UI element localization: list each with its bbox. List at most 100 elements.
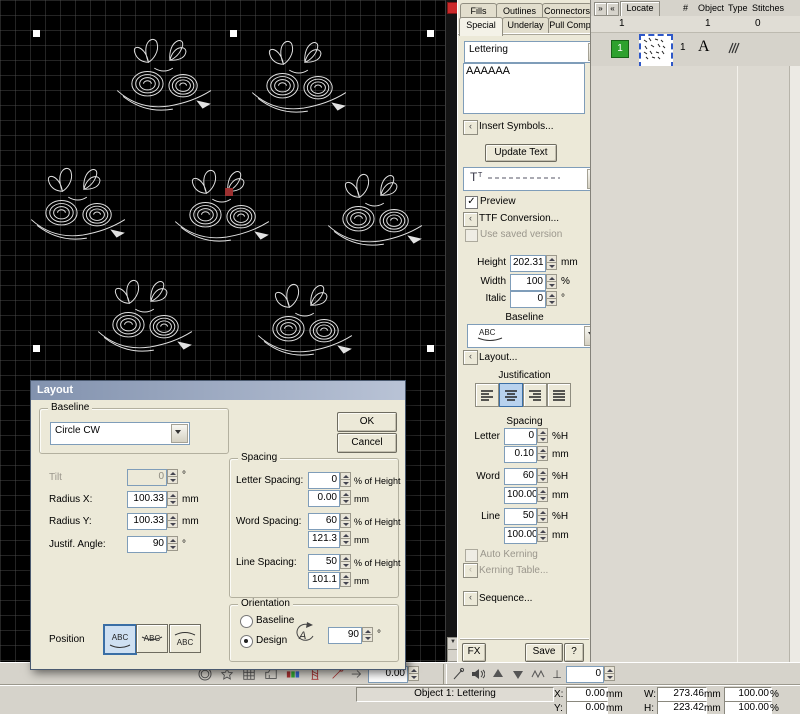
sort-descending-icon[interactable] <box>510 666 526 682</box>
selection-handle[interactable] <box>33 345 40 352</box>
word-spacing-mm-input[interactable]: 121.3 <box>308 531 340 548</box>
embroidery-motif[interactable] <box>323 168 431 248</box>
sequence-expand-button[interactable]: ‹ <box>463 591 478 606</box>
line-spacing-pct-spinner[interactable] <box>340 554 351 569</box>
sort-ascending-icon[interactable] <box>490 666 506 682</box>
selection-handle[interactable] <box>427 30 434 37</box>
orientation-baseline-label[interactable]: Baseline <box>256 615 294 627</box>
radius-x-spinner[interactable] <box>167 491 178 506</box>
sequence-label[interactable]: Sequence... <box>479 593 532 605</box>
object-list-area[interactable] <box>591 66 789 662</box>
cancel-button[interactable]: Cancel <box>337 433 397 453</box>
column-header-number[interactable]: # <box>683 2 688 14</box>
letter-pct-spinner[interactable] <box>537 428 548 443</box>
zigzag-icon[interactable] <box>530 666 546 682</box>
letter-spacing-mm-spinner[interactable] <box>340 490 351 505</box>
object-row[interactable]: 1 1 A <box>591 32 800 66</box>
insert-symbols-label[interactable]: Insert Symbols... <box>479 121 553 133</box>
lettering-object-icon[interactable]: A <box>698 38 710 56</box>
offset-spinner[interactable] <box>604 666 615 681</box>
dropdown-arrow-icon[interactable] <box>171 424 188 443</box>
object-type-select[interactable]: Lettering <box>464 41 607 63</box>
line-pct-input[interactable]: 50 <box>504 508 537 525</box>
font-select[interactable]: T T <box>463 167 606 191</box>
ttf-conversion-label[interactable]: TTF Conversion... <box>479 213 559 225</box>
line-spacing-mm-spinner[interactable] <box>340 572 351 587</box>
radius-y-spinner[interactable] <box>167 513 178 528</box>
object-list-scrollbar[interactable] <box>789 66 800 662</box>
justify-left-button[interactable] <box>475 383 499 407</box>
word-mm-input[interactable]: 100.00 <box>504 487 537 504</box>
position-below-button[interactable]: ABC <box>169 624 201 653</box>
selection-handle[interactable] <box>33 30 40 37</box>
ttf-expand-button[interactable]: ‹ <box>463 212 478 227</box>
scale-x-field[interactable]: 100.00 <box>724 687 772 702</box>
justif-angle-spinner[interactable] <box>167 536 178 551</box>
collapse-left-icon[interactable]: « <box>606 2 619 16</box>
tab-pull-comp[interactable]: Pull Comp <box>548 17 592 34</box>
embroidery-motif[interactable] <box>93 274 201 354</box>
column-header-stitches[interactable]: Stitches <box>752 2 784 14</box>
color-badge[interactable]: 1 <box>611 40 629 58</box>
stitch-type-icon[interactable] <box>727 42 741 54</box>
orientation-baseline-radio[interactable] <box>240 615 253 628</box>
word-pct-input[interactable]: 60 <box>504 468 537 485</box>
letter-spacing-pct-input[interactable]: 0 <box>308 472 340 489</box>
preview-label[interactable]: Preview <box>480 196 516 208</box>
line-spacing-pct-input[interactable]: 50 <box>308 554 340 571</box>
height-input[interactable]: 202.31 <box>510 255 546 272</box>
width-input[interactable]: 100 <box>510 274 546 291</box>
tab-underlay[interactable]: Underlay <box>502 17 549 34</box>
word-mm-spinner[interactable] <box>537 487 548 502</box>
embroidery-motif[interactable] <box>253 278 361 358</box>
line-mm-spinner[interactable] <box>537 527 548 542</box>
embroidery-motif[interactable] <box>26 162 134 242</box>
baseline-type-select[interactable]: Circle CW <box>50 422 190 445</box>
column-header-object[interactable]: Object <box>698 2 724 14</box>
italic-spinner[interactable] <box>546 291 557 306</box>
selection-handle[interactable] <box>427 345 434 352</box>
justify-full-button[interactable] <box>547 383 571 407</box>
layout-label[interactable]: Layout... <box>479 352 517 364</box>
x-position-field[interactable]: 0.00 <box>566 687 608 702</box>
stitch-length-spinner[interactable] <box>408 666 419 681</box>
word-pct-spinner[interactable] <box>537 468 548 483</box>
baseline-shape-select[interactable]: ABC <box>467 324 603 348</box>
line-mm-input[interactable]: 100.00 <box>504 527 537 544</box>
help-button[interactable]: ? <box>564 643 584 662</box>
column-header-type[interactable]: Type <box>728 2 748 14</box>
embroidery-motif[interactable] <box>170 164 278 244</box>
orientation-design-radio[interactable] <box>240 635 253 648</box>
position-above-button[interactable]: ABC <box>103 624 137 655</box>
position-middle-button[interactable]: ABC <box>136 624 168 653</box>
insert-symbols-expand-button[interactable]: ‹ <box>463 120 478 135</box>
radius-x-input[interactable]: 100.33 <box>127 491 167 508</box>
word-spacing-mm-spinner[interactable] <box>340 531 351 546</box>
letter-spacing-mm-input[interactable]: 0.00 <box>308 490 340 507</box>
embroidery-motif[interactable] <box>247 35 355 115</box>
scale-y-field[interactable]: 100.00 <box>724 701 772 714</box>
design-height-field[interactable]: 223.42 <box>657 701 707 714</box>
justif-angle-input[interactable]: 90 <box>127 536 167 553</box>
width-spinner[interactable] <box>546 274 557 289</box>
word-spacing-pct-input[interactable]: 60 <box>308 513 340 530</box>
orientation-angle-spinner[interactable] <box>362 627 373 642</box>
letter-mm-spinner[interactable] <box>537 446 548 461</box>
fx-button[interactable]: FX <box>462 643 486 662</box>
dialog-titlebar[interactable]: Layout <box>31 381 405 400</box>
letter-spacing-pct-spinner[interactable] <box>340 472 351 487</box>
selection-handle[interactable] <box>230 30 237 37</box>
justify-right-button[interactable] <box>523 383 547 407</box>
update-text-button[interactable]: Update Text <box>485 144 557 162</box>
embroidery-motif[interactable] <box>112 33 220 113</box>
save-button[interactable]: Save <box>525 643 563 662</box>
letter-pct-input[interactable]: 0 <box>504 428 537 445</box>
orientation-angle-input[interactable]: 90 <box>328 627 362 644</box>
word-spacing-pct-spinner[interactable] <box>340 513 351 528</box>
tab-special[interactable]: Special <box>459 17 503 36</box>
preview-checkbox[interactable]: ✓ <box>465 196 478 209</box>
line-spacing-mm-input[interactable]: 101.1 <box>308 572 340 589</box>
ok-button[interactable]: OK <box>337 412 397 432</box>
letter-mm-input[interactable]: 0.10 <box>504 446 537 463</box>
justify-center-button[interactable] <box>499 383 523 407</box>
